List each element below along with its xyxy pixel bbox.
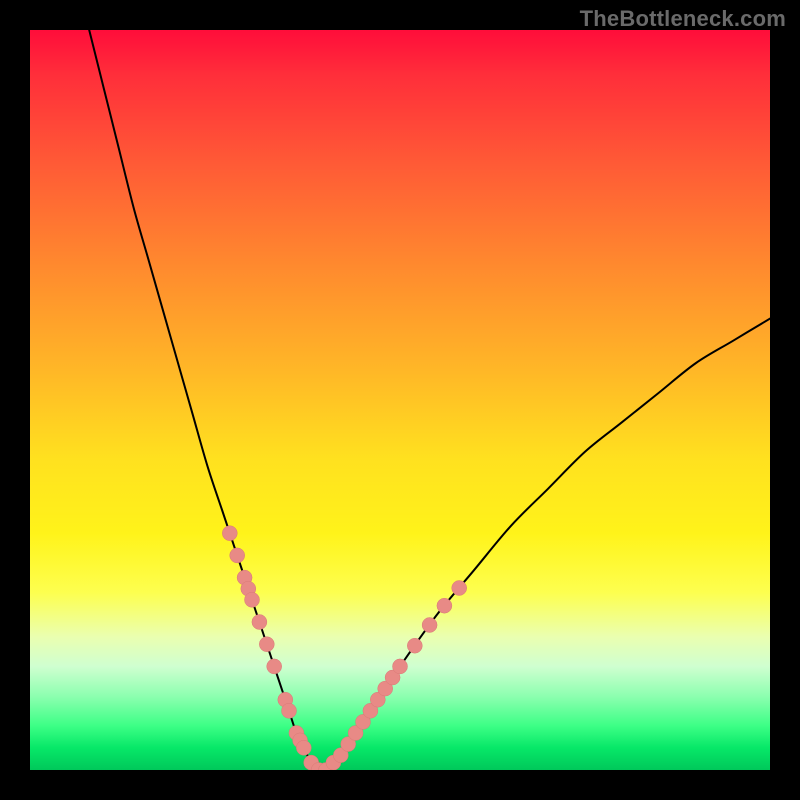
curve-marker xyxy=(422,618,437,633)
curve-marker xyxy=(282,703,297,718)
curve-marker xyxy=(296,740,311,755)
curve-layer xyxy=(30,30,770,770)
curve-marker xyxy=(407,638,422,653)
chart-frame: TheBottleneck.com xyxy=(0,0,800,800)
curve-marker xyxy=(267,659,282,674)
curve-markers xyxy=(222,526,466,770)
plot-area xyxy=(30,30,770,770)
curve-marker xyxy=(437,598,452,613)
curve-marker xyxy=(393,659,408,674)
bottleneck-curve xyxy=(89,30,770,770)
curve-marker xyxy=(230,548,245,563)
curve-marker xyxy=(252,615,267,630)
curve-marker xyxy=(259,637,274,652)
curve-marker xyxy=(452,581,467,596)
curve-marker xyxy=(245,592,260,607)
curve-marker xyxy=(222,526,237,541)
watermark-text: TheBottleneck.com xyxy=(580,6,786,32)
